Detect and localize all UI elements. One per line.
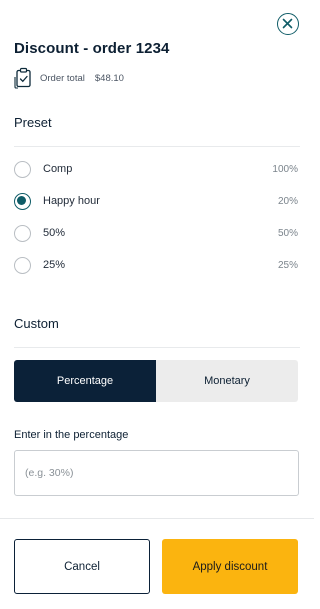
close-button[interactable] bbox=[277, 13, 299, 35]
divider bbox=[14, 347, 300, 348]
order-total: Order total $48.10 bbox=[14, 67, 124, 89]
preset-option-value: 50% bbox=[277, 227, 298, 239]
preset-option-name: 25% bbox=[43, 259, 66, 271]
custom-section-title: Custom bbox=[14, 316, 59, 331]
radio-button[interactable] bbox=[14, 160, 31, 178]
preset-option-value: 20% bbox=[277, 195, 298, 207]
preset-option-value: 25% bbox=[277, 259, 298, 271]
discount-type-toggle: Percentage Monetary bbox=[14, 360, 298, 402]
radio-button[interactable] bbox=[14, 224, 31, 242]
close-icon bbox=[282, 18, 293, 29]
cancel-button[interactable]: Cancel bbox=[14, 539, 150, 594]
receipt-icon bbox=[14, 67, 31, 89]
preset-section-title: Preset bbox=[14, 115, 52, 130]
preset-option-name: 50% bbox=[43, 227, 66, 239]
preset-option-50[interactable]: 50% 50% bbox=[14, 221, 298, 245]
preset-option-happy-hour[interactable]: Happy hour 20% bbox=[14, 189, 298, 213]
order-total-label: Order total bbox=[40, 72, 85, 84]
preset-option-value: 100% bbox=[272, 163, 298, 175]
radio-button-selected[interactable] bbox=[14, 192, 31, 210]
page-title: Discount - order 1234 bbox=[14, 40, 170, 57]
preset-option-25[interactable]: 25% 25% bbox=[14, 253, 298, 277]
divider bbox=[14, 146, 300, 147]
apply-discount-button[interactable]: Apply discount bbox=[162, 539, 298, 594]
percentage-input[interactable] bbox=[14, 450, 299, 496]
tab-monetary[interactable]: Monetary bbox=[156, 360, 298, 402]
radio-button[interactable] bbox=[14, 256, 31, 274]
preset-option-comp[interactable]: Comp 100% bbox=[14, 157, 298, 181]
percentage-input-label: Enter in the percentage bbox=[14, 429, 129, 441]
preset-option-name: Comp bbox=[43, 163, 73, 175]
order-total-value: $48.10 bbox=[94, 72, 124, 84]
preset-option-name: Happy hour bbox=[43, 195, 100, 207]
tab-percentage[interactable]: Percentage bbox=[14, 360, 156, 402]
